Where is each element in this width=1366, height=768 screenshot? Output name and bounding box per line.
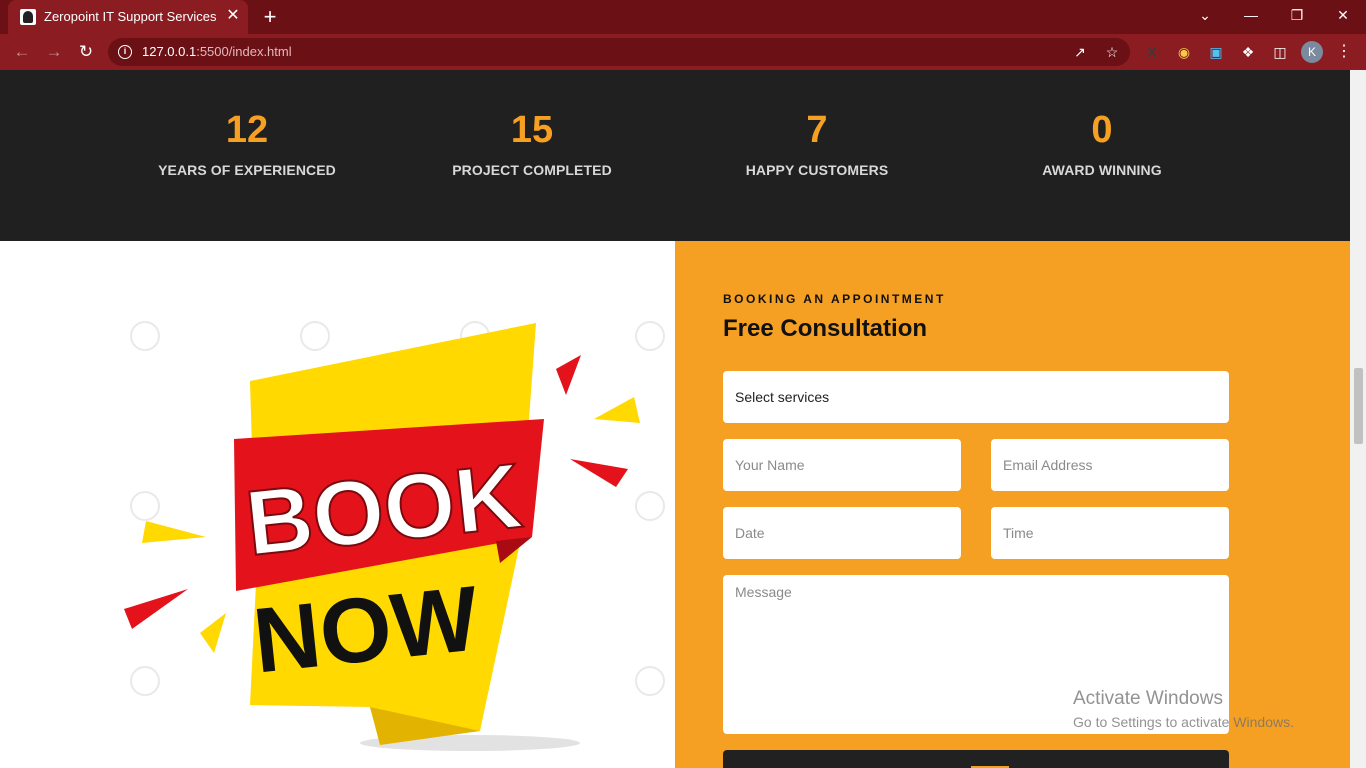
stat-customers: 7 HAPPY CUSTOMERS	[697, 110, 937, 178]
page-viewport: 12 YEARS OF EXPERIENCED 15 PROJECT COMPL…	[0, 70, 1350, 768]
profile-avatar[interactable]: K	[1301, 41, 1323, 63]
book-now-image: BOOK NOW	[0, 241, 675, 768]
activate-windows-title: Activate Windows	[1073, 688, 1223, 709]
stat-value: 12	[225, 109, 269, 151]
name-input[interactable]	[723, 439, 961, 491]
back-arrow-icon[interactable]: ←	[10, 40, 34, 64]
scrollbar-thumb[interactable]	[1354, 368, 1363, 444]
stat-label: HAPPY CUSTOMERS	[745, 162, 889, 178]
confetti-yellow	[200, 613, 226, 653]
extensions-puzzle-icon[interactable]: ❖	[1238, 42, 1258, 62]
stat-value: 15	[510, 109, 554, 151]
reload-icon[interactable]: ↻	[74, 40, 98, 64]
page-scrollbar[interactable]	[1350, 70, 1366, 768]
browser-tab-bar: Zeropoint IT Support Services ✕ + ⌄ — ❐ …	[0, 0, 1366, 34]
tab-search-dropdown-icon[interactable]: ⌄	[1182, 0, 1228, 30]
time-input[interactable]	[991, 507, 1229, 559]
extension-color-icon[interactable]: ◉	[1174, 42, 1194, 62]
stat-projects: 15 PROJECT COMPLETED	[412, 110, 652, 178]
extension-translate-icon[interactable]: ▣	[1206, 42, 1226, 62]
forward-arrow-icon[interactable]: →	[42, 40, 66, 64]
stat-label: AWARD WINNING	[1042, 162, 1162, 178]
booking-title: Free Consultation	[723, 315, 928, 342]
close-tab-icon[interactable]: ✕	[224, 7, 242, 25]
restore-window-button[interactable]: ❐	[1274, 0, 1320, 30]
close-window-button[interactable]: ✕	[1320, 0, 1366, 30]
confetti-yellow	[142, 521, 206, 543]
stat-label: PROJECT COMPLETED	[452, 162, 612, 178]
stat-value: 0	[1091, 109, 1113, 151]
address-bar[interactable]: i 127.0.0.1:5500/index.html ↗ ☆	[108, 38, 1130, 66]
book-now-illustration: BOOK NOW	[124, 321, 665, 751]
service-select[interactable]: Select services	[723, 371, 1229, 423]
site-favicon-icon	[20, 9, 36, 25]
url-host: 127.0.0.1	[142, 44, 197, 59]
share-icon[interactable]: ↗	[1070, 42, 1090, 62]
browser-tab[interactable]: Zeropoint IT Support Services ✕	[8, 0, 248, 34]
date-input[interactable]	[723, 507, 961, 559]
extension-x-icon[interactable]: X	[1142, 42, 1162, 62]
confetti-yellow	[594, 397, 640, 423]
confetti-red	[556, 355, 581, 395]
new-tab-button[interactable]: +	[258, 5, 282, 29]
tab-title: Zeropoint IT Support Services	[44, 9, 217, 24]
activate-windows-watermark: Activate Windows Go to Settings to activ…	[1073, 688, 1294, 730]
confetti-red	[570, 459, 628, 487]
stat-years: 12 YEARS OF EXPERIENCED	[127, 110, 367, 178]
stats-section: 12 YEARS OF EXPERIENCED 15 PROJECT COMPL…	[0, 70, 1350, 241]
confetti-red	[124, 589, 188, 629]
activate-windows-subtitle: Go to Settings to activate Windows.	[1073, 714, 1294, 730]
side-panel-icon[interactable]: ◫	[1270, 42, 1290, 62]
minimize-window-button[interactable]: —	[1228, 0, 1274, 30]
booking-eyebrow: BOOKING AN APPOINTMENT	[723, 292, 946, 306]
browser-menu-icon[interactable]: ⋮	[1334, 42, 1354, 62]
stat-value: 7	[806, 109, 828, 151]
url-path: :5500/index.html	[196, 44, 292, 59]
bookmark-star-icon[interactable]: ☆	[1102, 42, 1122, 62]
url-text[interactable]: 127.0.0.1:5500/index.html	[142, 44, 292, 59]
email-input[interactable]	[991, 439, 1229, 491]
stat-awards: 0 AWARD WINNING	[982, 110, 1222, 178]
submit-button[interactable]	[723, 750, 1229, 768]
site-info-icon[interactable]: i	[118, 45, 132, 59]
stat-label: YEARS OF EXPERIENCED	[158, 162, 336, 178]
browser-toolbar: ← → ↻ i 127.0.0.1:5500/index.html ↗ ☆ X …	[0, 34, 1366, 70]
